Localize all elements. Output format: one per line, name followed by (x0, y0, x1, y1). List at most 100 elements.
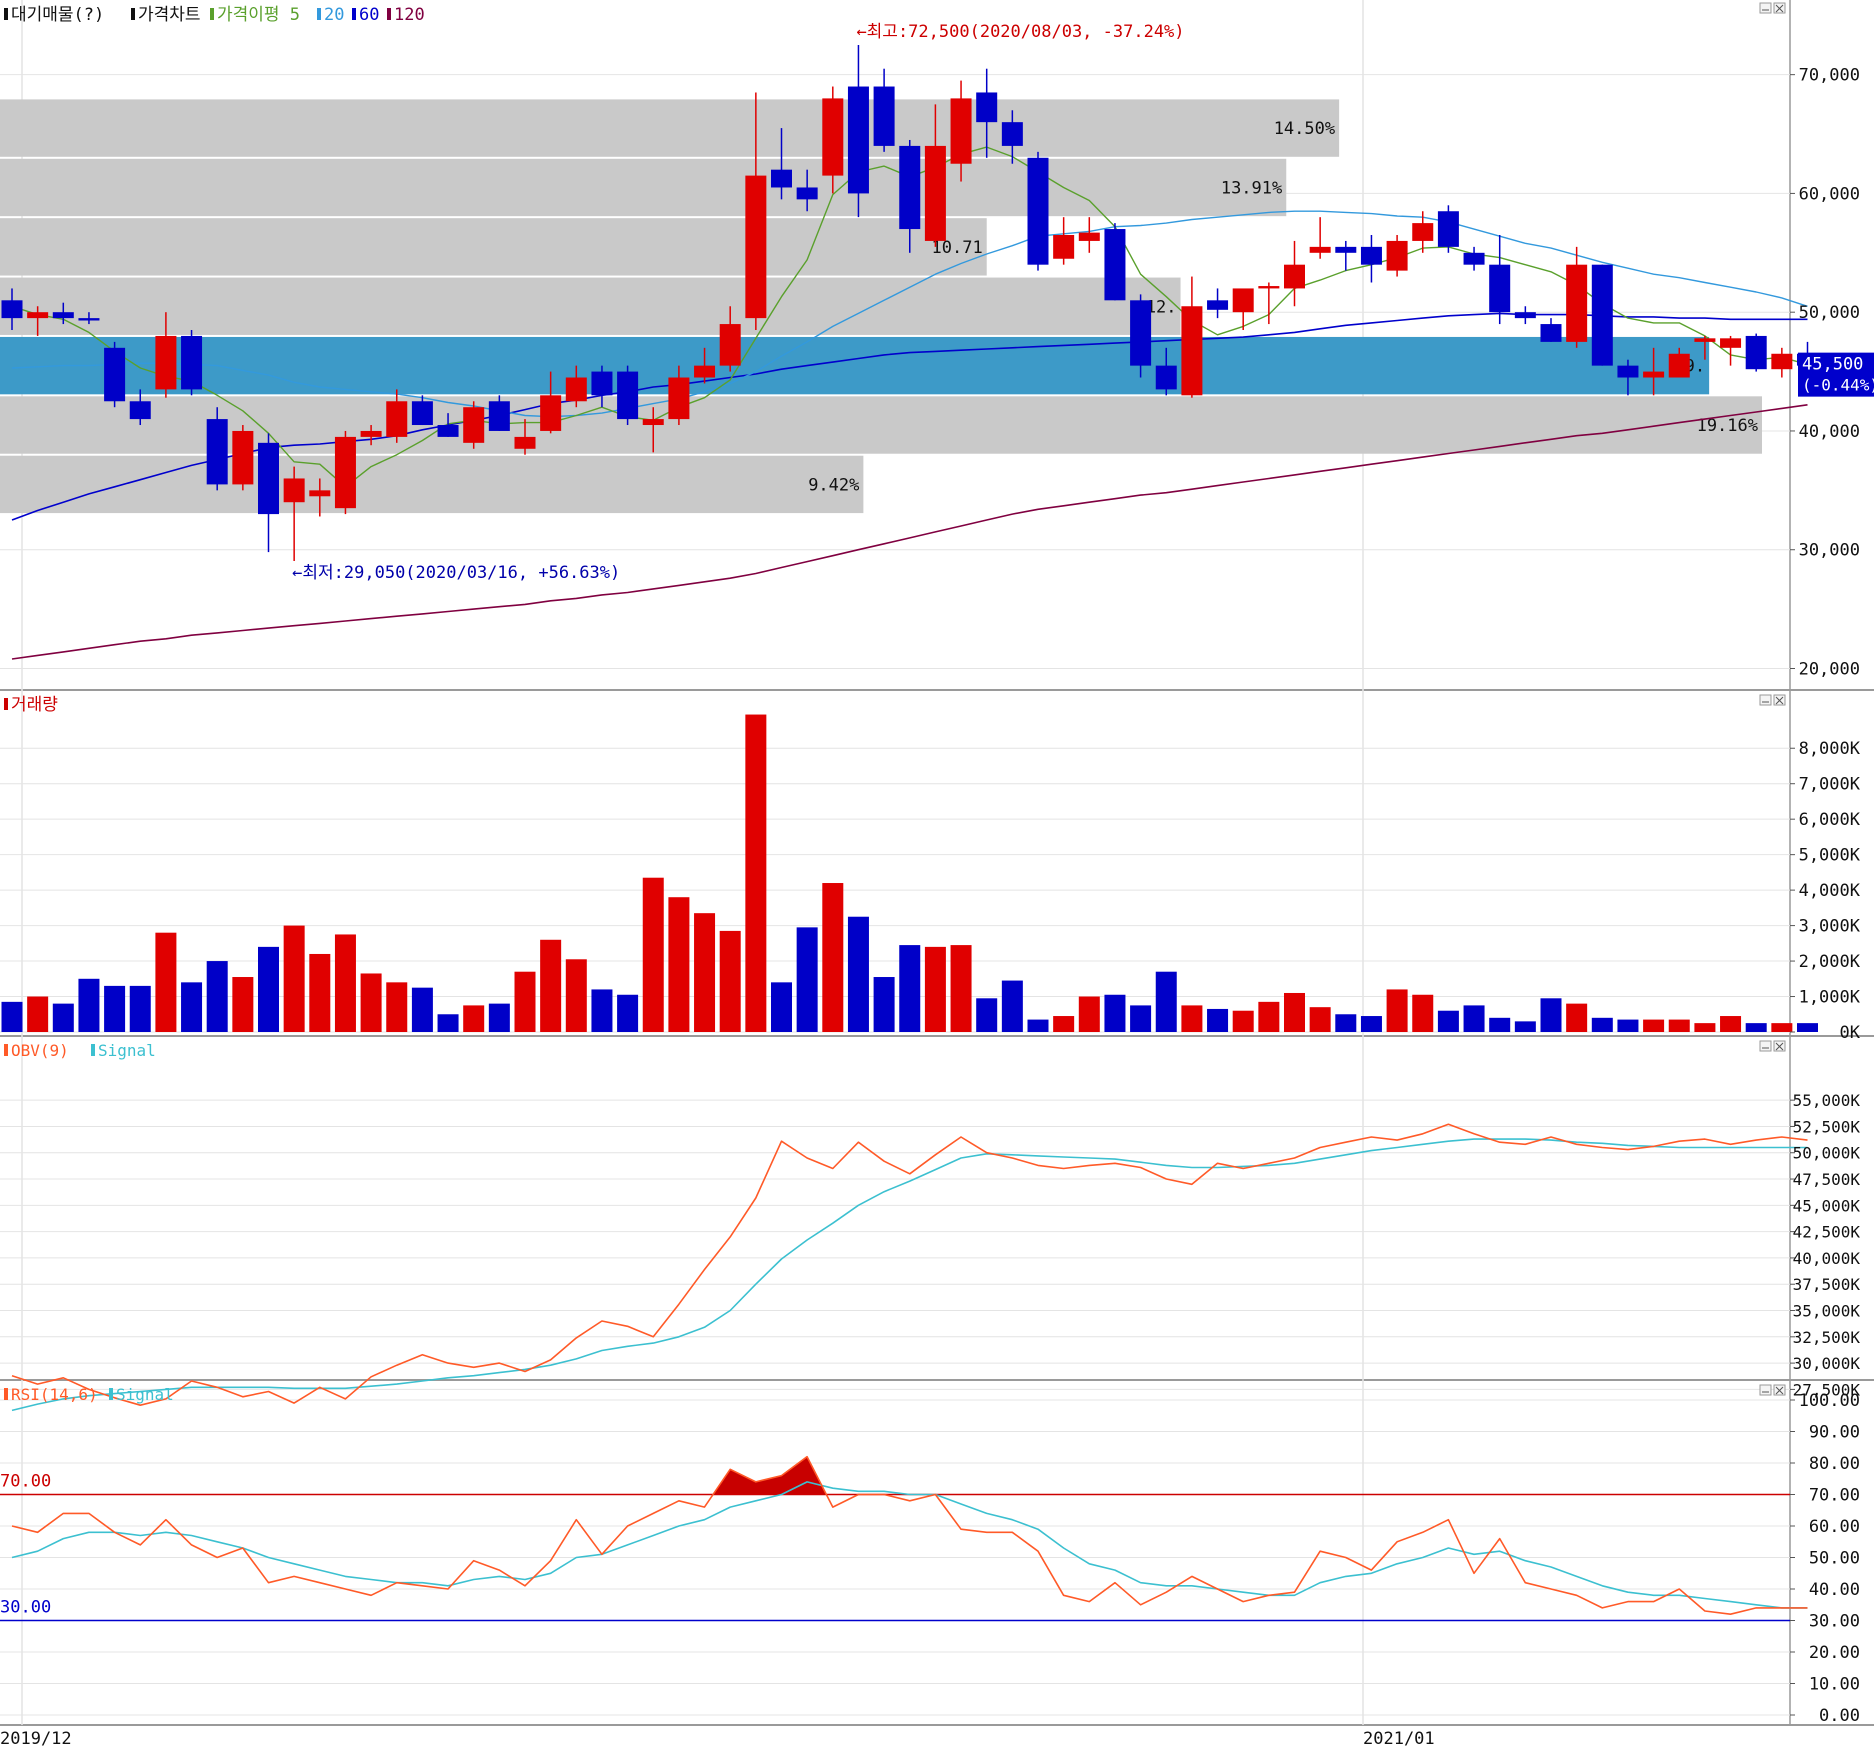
x-label: 2019/12 (0, 1729, 72, 1749)
volume-bar (104, 985, 126, 1032)
legend-marker (317, 8, 321, 20)
candle-body (668, 377, 690, 420)
volume-bar (1078, 996, 1100, 1032)
candle-body (1745, 335, 1767, 370)
pane-minimize-button[interactable] (1759, 2, 1772, 14)
volume-bar (1104, 994, 1126, 1032)
candle-body (232, 430, 254, 485)
volume-bar (822, 883, 844, 1032)
candle-body (694, 365, 716, 378)
volume-bar (411, 987, 433, 1032)
current-change-label: (-0.44%) (1802, 376, 1874, 395)
candle-body (488, 401, 510, 431)
volume-bar (617, 994, 639, 1032)
rsi-y-tick-label: 80.00 (1809, 1454, 1860, 1474)
legend-marker (4, 8, 8, 20)
legend-marker (4, 1044, 8, 1056)
volume-bar (1232, 1010, 1254, 1032)
volume-bar (694, 913, 716, 1032)
volume-bar (1053, 1016, 1075, 1032)
legend-marker (387, 8, 391, 20)
high-annotation: ←최고:72,500(2020/08/03, -37.24%) (856, 22, 1184, 42)
candle-body (950, 98, 972, 164)
pane-minimize-button[interactable] (1759, 694, 1772, 706)
candle-body (181, 335, 203, 390)
volume-bar (899, 945, 921, 1032)
candle-body (1540, 324, 1562, 342)
rsi-level-label: 70.00 (0, 1472, 51, 1492)
candle-body (1720, 338, 1742, 348)
volume-bar (1412, 994, 1434, 1032)
volume-bar (1258, 1001, 1280, 1032)
legend-item: 60 (359, 5, 379, 25)
candle-body (1643, 371, 1665, 378)
volume-bar (1720, 1016, 1742, 1032)
volume-bar (334, 934, 356, 1032)
candle-body (1207, 300, 1229, 310)
volume-y-tick-label: 2,000K (1799, 952, 1861, 972)
volume-profile-bar (0, 455, 864, 514)
volume-bar (1540, 998, 1562, 1032)
volume-bar (181, 982, 203, 1032)
candle-body (1258, 286, 1280, 289)
volume-bar (1566, 1003, 1588, 1032)
obv-y-tick-label: 40,000K (1793, 1249, 1861, 1268)
volume-bar (437, 1014, 459, 1032)
volume-bar (642, 877, 664, 1032)
candle-body (1463, 252, 1485, 265)
candle-body (1078, 232, 1100, 241)
pane-minimize-button[interactable] (1759, 1384, 1772, 1396)
candle-body (1412, 223, 1434, 241)
legend-marker (352, 8, 356, 20)
obv-y-tick-label: 35,000K (1793, 1302, 1861, 1321)
volume-bar (309, 953, 331, 1032)
volume-y-tick-label: 7,000K (1799, 775, 1861, 795)
candle-body (514, 436, 536, 449)
candle-body (1027, 157, 1049, 265)
volume-profile-label: 9.42% (808, 475, 859, 495)
candle-body (437, 425, 459, 437)
candle-body (27, 312, 49, 319)
candle-body (129, 401, 151, 420)
volume-bar (540, 939, 562, 1032)
obv-y-tick-label: 30,000K (1793, 1354, 1861, 1373)
volume-bar (1386, 989, 1408, 1032)
candle-body (206, 419, 228, 485)
candle-body (1771, 353, 1793, 370)
legend-marker (4, 1388, 8, 1400)
volume-y-tick-label: 6,000K (1799, 810, 1861, 830)
volume-bar (1617, 1019, 1639, 1032)
volume-bar (27, 996, 49, 1032)
candle-body (591, 371, 613, 396)
legend-item: 120 (394, 5, 425, 25)
volume-bar (1694, 1023, 1716, 1032)
candle-body (899, 145, 921, 230)
candle-body (463, 407, 485, 443)
candle-body (873, 86, 895, 146)
volume-bar (771, 982, 792, 1032)
obv-y-tick-label: 47,500K (1793, 1170, 1861, 1189)
candle-body (1617, 365, 1639, 378)
candle-body (1489, 264, 1511, 313)
obv-y-tick-label: 37,500K (1793, 1275, 1861, 1294)
rsi-y-tick-label: 0.00 (1819, 1706, 1860, 1726)
candle-body (411, 401, 433, 426)
legend-item: 가격차트 (138, 5, 201, 25)
candle-body (1, 300, 23, 319)
rsi-y-tick-label: 70.00 (1809, 1486, 1860, 1506)
volume-y-tick-label: 4,000K (1799, 881, 1861, 901)
volume-bar (1668, 1019, 1690, 1032)
x-label: 2021/01 (1363, 1729, 1435, 1749)
pane-minimize-button[interactable] (1759, 1040, 1772, 1052)
candle-body (1386, 240, 1408, 271)
obv-y-tick-label: 32,500K (1793, 1328, 1861, 1347)
candle-body (1566, 264, 1588, 342)
candle-body (309, 490, 331, 497)
legend-item: OBV(9) (11, 1041, 69, 1060)
price-y-tick-label: 60,000 (1799, 184, 1860, 204)
price-y-tick-label: 30,000 (1799, 541, 1860, 561)
volume-profile-bar (0, 158, 1287, 217)
volume-bar (1155, 971, 1177, 1032)
rsi-y-tick-label: 100.00 (1799, 1391, 1860, 1411)
price-y-tick-label: 20,000 (1799, 660, 1860, 680)
